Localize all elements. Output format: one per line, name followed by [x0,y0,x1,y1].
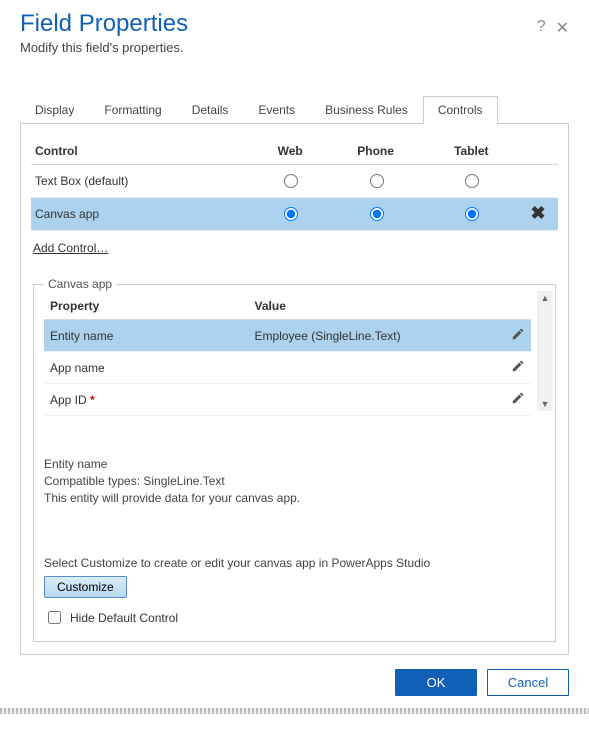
radio-textbox-phone[interactable] [370,174,384,188]
desc-line2: This entity will provide data for your c… [44,490,545,507]
prop-name: Entity name [44,320,249,352]
properties-fieldset: Canvas app Property Value [33,277,556,642]
radio-textbox-web[interactable] [284,174,298,188]
close-icon[interactable]: ✕ [556,18,569,38]
col-phone: Phone [327,138,425,165]
prop-row-app-name[interactable]: App name [44,352,531,384]
tab-controls[interactable]: Controls [423,96,498,124]
radio-canvas-web[interactable] [284,207,298,221]
col-web: Web [254,138,327,165]
tab-display[interactable]: Display [20,96,89,124]
control-label: Text Box (default) [31,165,254,198]
control-label: Canvas app [31,198,254,231]
scroll-down-icon[interactable]: ▼ [541,399,550,409]
tab-business-rules[interactable]: Business Rules [310,96,423,124]
customize-button[interactable]: Customize [44,576,127,598]
col-tablet: Tablet [425,138,518,165]
cancel-button[interactable]: Cancel [487,669,569,696]
hide-default-checkbox[interactable] [48,611,61,624]
remove-control-icon[interactable]: ✖ [530,206,545,220]
resize-grip[interactable] [0,708,589,714]
desc-title: Entity name [44,456,545,473]
controls-table: Control Web Phone Tablet Text Box (defau… [31,138,558,231]
properties-legend: Canvas app [44,277,116,291]
tab-formatting[interactable]: Formatting [89,96,176,124]
hide-default-label: Hide Default Control [70,611,178,625]
help-icon[interactable]: ? [537,18,546,38]
radio-canvas-phone[interactable] [370,207,384,221]
ok-button[interactable]: OK [395,669,477,696]
properties-table: Property Value Entity name Employee (Sin… [44,291,531,416]
required-marker: * [90,393,95,407]
dialog-title: Field Properties [20,10,188,38]
prop-name: App ID * [44,384,249,416]
add-control-link[interactable]: Add Control… [33,241,108,255]
control-row-canvas[interactable]: Canvas app ✖ [31,198,558,231]
prop-value: Employee (SingleLine.Text) [249,320,497,352]
control-row-textbox[interactable]: Text Box (default) [31,165,558,198]
properties-scrollbar[interactable]: ▲ ▼ [537,291,553,411]
tab-content-controls: Control Web Phone Tablet Text Box (defau… [20,124,569,655]
edit-icon[interactable] [511,327,525,341]
prop-value [249,352,497,384]
prop-name: App name [44,352,249,384]
col-value: Value [249,291,497,320]
dialog-subtitle: Modify this field's properties. [20,40,188,55]
prop-value [249,384,497,416]
edit-icon[interactable] [511,359,525,373]
prop-row-entity-name[interactable]: Entity name Employee (SingleLine.Text) [44,320,531,352]
edit-icon[interactable] [511,391,525,405]
tab-details[interactable]: Details [177,96,244,124]
tab-events[interactable]: Events [243,96,310,124]
col-property: Property [44,291,249,320]
dialog-footer: OK Cancel [0,655,589,708]
col-control: Control [31,138,254,165]
prop-row-app-id[interactable]: App ID * [44,384,531,416]
customize-hint: Select Customize to create or edit your … [44,556,553,570]
radio-canvas-tablet[interactable] [465,207,479,221]
desc-line1: Compatible types: SingleLine.Text [44,473,545,490]
scroll-up-icon[interactable]: ▲ [541,293,550,303]
radio-textbox-tablet[interactable] [465,174,479,188]
tab-bar: Display Formatting Details Events Busine… [20,95,569,124]
